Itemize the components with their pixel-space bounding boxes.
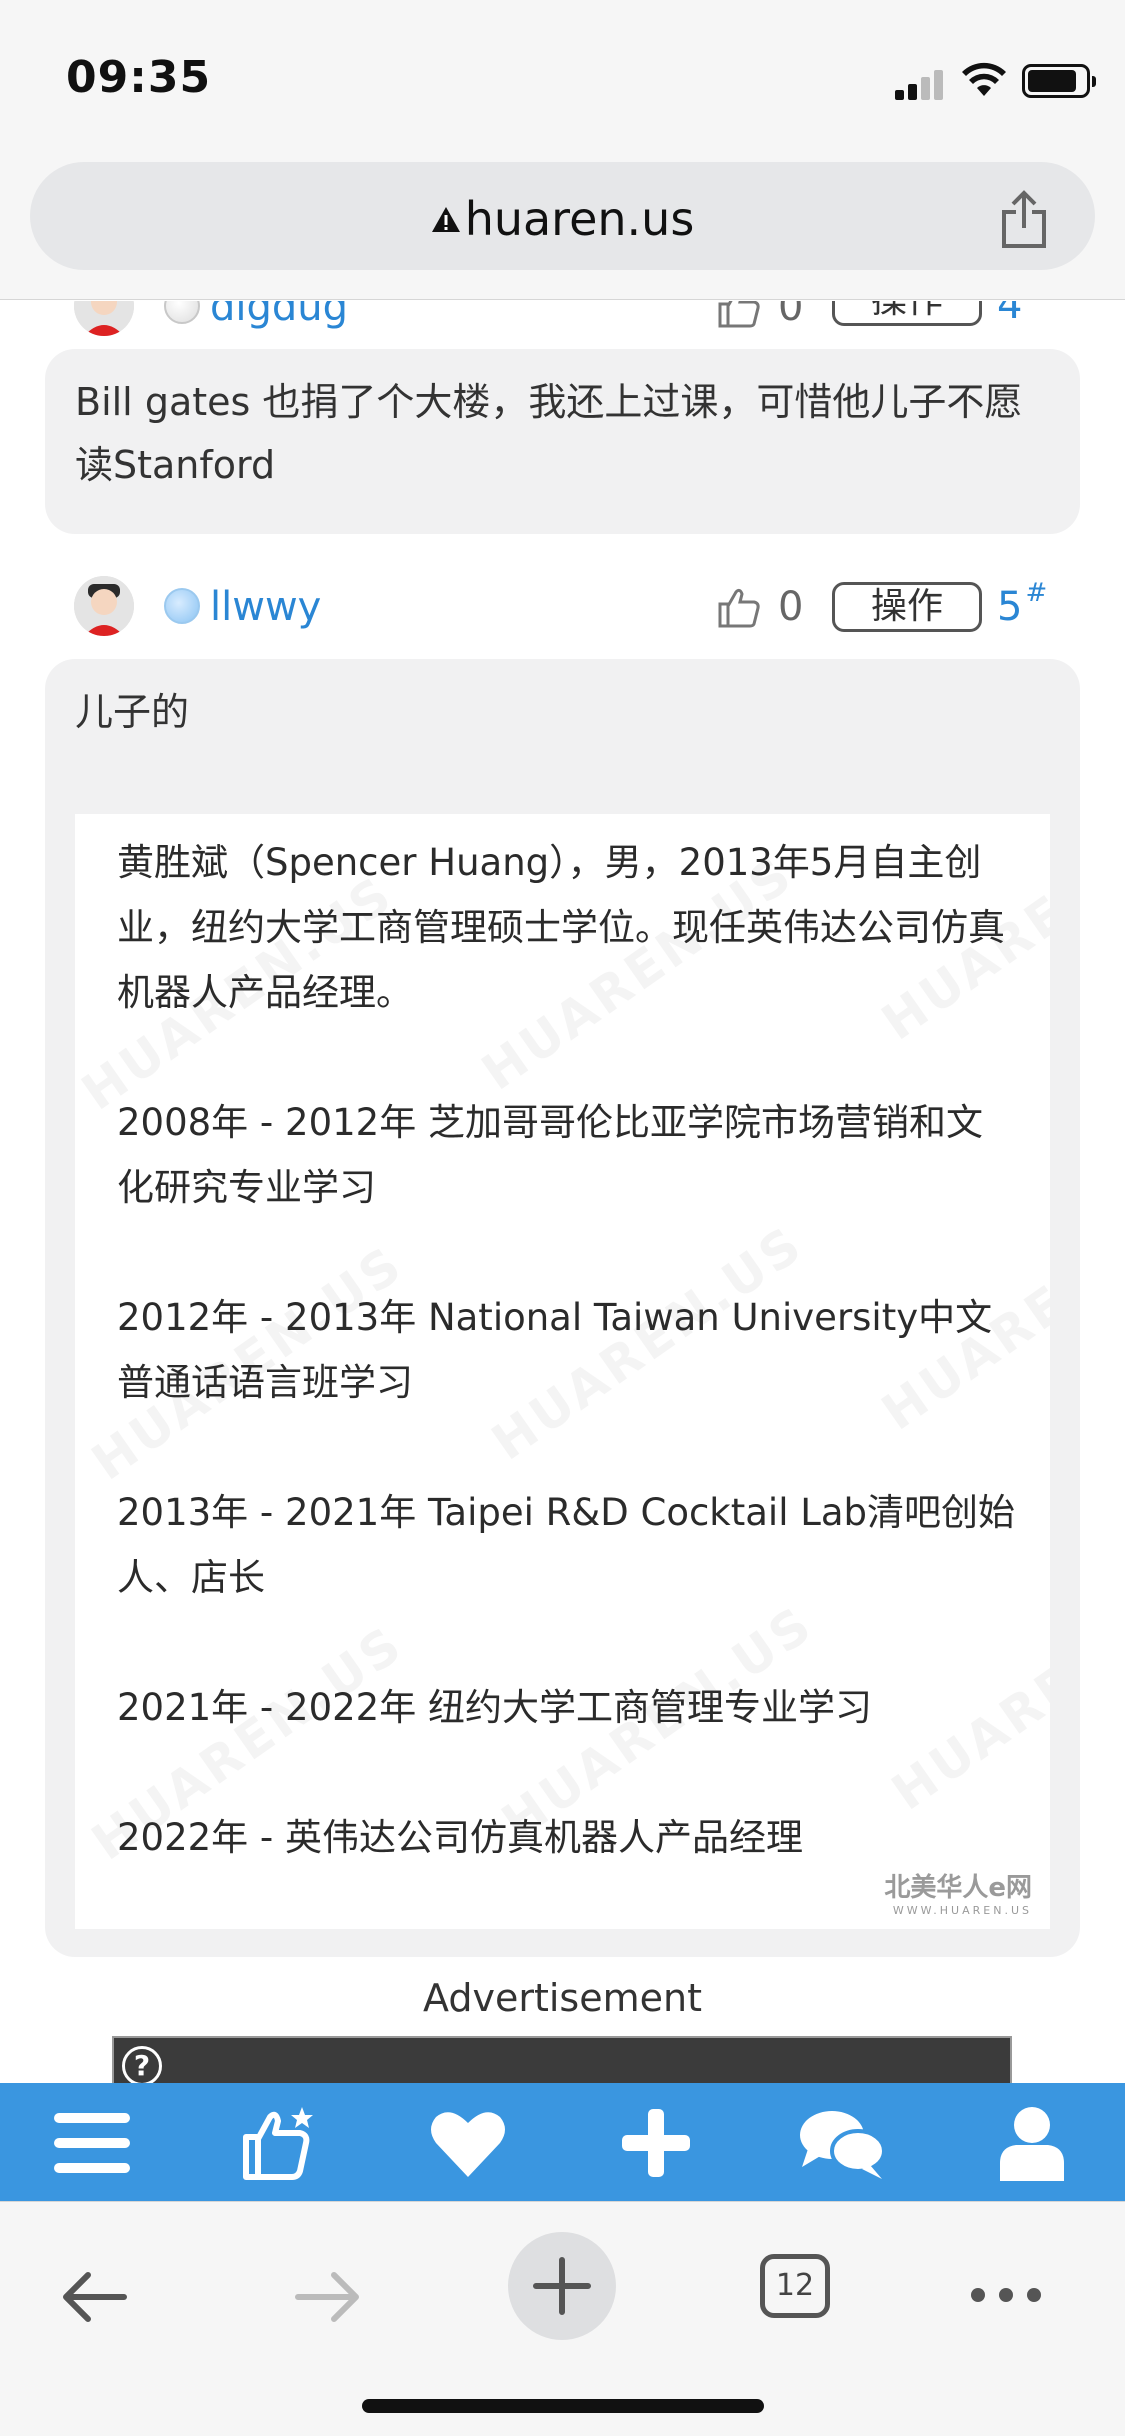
battery-level (1028, 70, 1076, 92)
post-body: 儿子的 HUAREN.US HUAREN.US HUAREN.US HUAREN… (45, 659, 1080, 1957)
home-indicator (362, 2399, 764, 2413)
menu-icon[interactable] (52, 2105, 132, 2181)
help-icon[interactable]: ? (122, 2046, 162, 2083)
user-avatar-icon (74, 576, 134, 636)
browser-address-area: huaren.us (0, 150, 1125, 300)
recommend-icon[interactable] (240, 2105, 320, 2181)
status-time: 09:35 (66, 52, 212, 103)
post-action-button[interactable]: 操作 (832, 582, 982, 632)
post-header: digdug 0 操作 4 (0, 301, 1125, 346)
bio-paragraph: 2021年 - 2022年 纽约大学工商管理专业学习 (117, 1686, 872, 1729)
brand-url: WWW.HUAREN.US (892, 1904, 1032, 1917)
bio-paragraph: 黄胜斌（Spencer Huang），男，2013年5月自主创业，纽约大学工商管… (117, 841, 1005, 1014)
new-tab-button[interactable] (508, 2232, 616, 2340)
avatar[interactable] (74, 301, 134, 336)
floor-number-value: 5 (997, 584, 1023, 630)
thread-content: digdug 0 操作 4 Bill gates 也捐了个大楼，我还上过课，可惜… (0, 301, 1125, 2083)
floor-anchor-mark: # (1025, 578, 1048, 608)
floor-number[interactable]: 4 (997, 301, 1022, 328)
bio-paragraph: 2012年 - 2013年 National Taiwan University… (117, 1296, 993, 1404)
battery-icon (1022, 64, 1096, 98)
status-bar: 09:35 (0, 0, 1125, 150)
like-count: 0 (778, 584, 804, 630)
online-status-icon (164, 588, 200, 624)
cellular-signal-icon (895, 70, 945, 100)
like-count: 0 (778, 301, 804, 330)
brand-name: 北美华人e网 (884, 1873, 1032, 1903)
tabs-button[interactable]: 12 (760, 2254, 830, 2318)
advertisement-label: Advertisement (423, 1976, 702, 2020)
forward-arrow-icon[interactable] (292, 2262, 364, 2332)
offline-status-icon (164, 301, 200, 324)
warning-icon (431, 206, 460, 232)
bio-paragraph: 2013年 - 2021年 Taipei R&D Cocktail Lab清吧创… (117, 1491, 1016, 1599)
wifi-icon (962, 62, 1006, 96)
share-icon[interactable] (998, 190, 1050, 250)
user-avatar-icon (74, 301, 134, 336)
bio-paragraph: 2008年 - 2012年 芝加哥哥伦比亚学院市场营销和文化研究专业学习 (117, 1101, 983, 1209)
new-post-icon[interactable] (616, 2105, 696, 2181)
post-header: llwwy 0 操作 5 # (0, 576, 1125, 646)
quoted-image[interactable]: HUAREN.US HUAREN.US HUAREN.US HUAREN.US … (75, 814, 1050, 1929)
post-text: 儿子的 (75, 690, 190, 734)
advertisement-slot[interactable]: ? (112, 2036, 1012, 2083)
post-body: Bill gates 也捐了个大楼，我还上过课，可惜他儿子不愿读Stanford (45, 349, 1080, 534)
address-bar[interactable]: huaren.us (30, 162, 1095, 270)
post-text: Bill gates 也捐了个大楼，我还上过课，可惜他儿子不愿读Stanford (75, 380, 1023, 487)
plus-icon (533, 2257, 591, 2315)
more-options-icon[interactable] (968, 2280, 1044, 2310)
back-arrow-icon[interactable] (58, 2262, 130, 2332)
url-text: huaren.us (464, 192, 695, 246)
post-action-button[interactable]: 操作 (832, 301, 982, 326)
floor-number[interactable]: 5 # (997, 578, 1047, 630)
username[interactable]: digdug (210, 301, 348, 330)
site-toolbar (0, 2083, 1125, 2201)
messages-icon[interactable] (798, 2105, 888, 2181)
profile-icon[interactable] (992, 2105, 1072, 2181)
thumbs-up-icon[interactable] (716, 301, 762, 330)
avatar[interactable] (74, 576, 134, 636)
favorite-icon[interactable] (428, 2105, 508, 2181)
username[interactable]: llwwy (210, 584, 321, 630)
thumbs-up-icon[interactable] (716, 584, 762, 630)
bio-paragraph: 2022年 - 英伟达公司仿真机器人产品经理 (117, 1816, 804, 1859)
site-logo-watermark: 北美华人e网 WWW.HUAREN.US (884, 1867, 1032, 1917)
